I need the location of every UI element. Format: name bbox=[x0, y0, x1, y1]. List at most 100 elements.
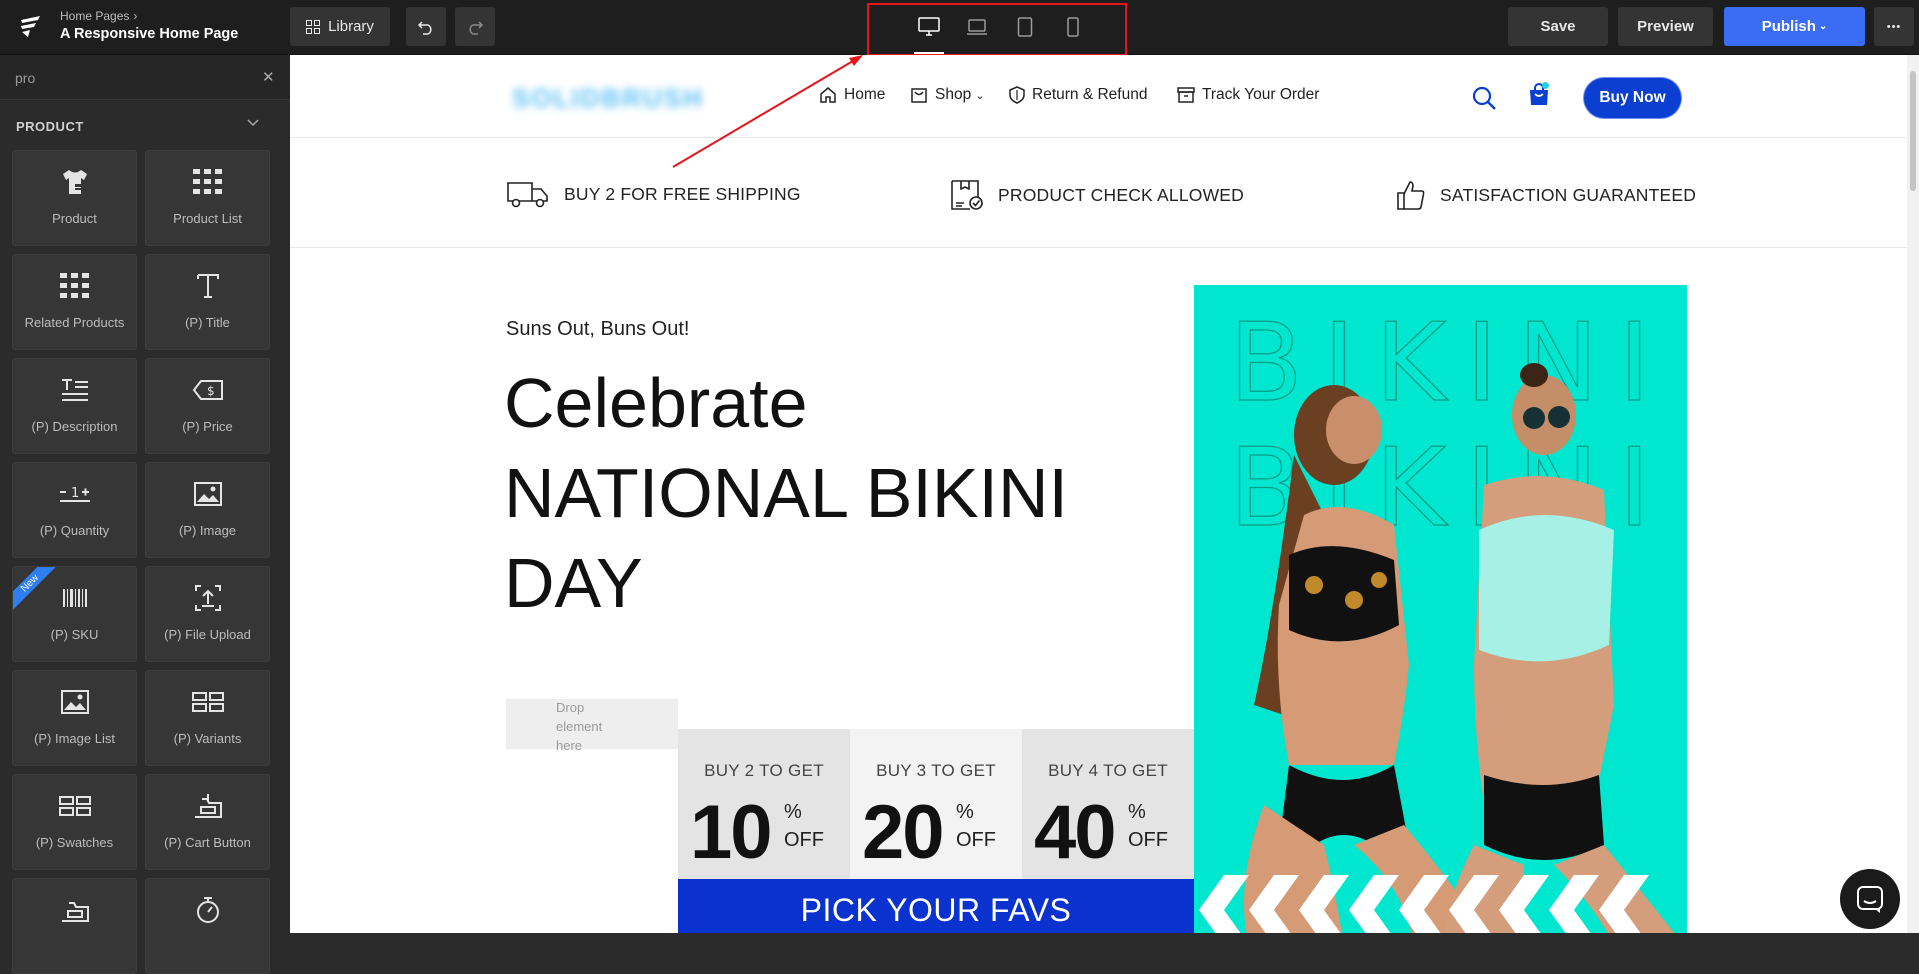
title-icon bbox=[196, 269, 220, 303]
element-sidebar: ✕ PRODUCT Product Product List Related P… bbox=[0, 55, 290, 974]
truck-icon bbox=[507, 182, 548, 208]
breadcrumb-label[interactable]: Home Pages bbox=[60, 9, 129, 23]
breadcrumb[interactable]: Home Pages › bbox=[60, 9, 137, 23]
chevron-down-icon: ⌄ bbox=[975, 89, 985, 102]
barcode-icon bbox=[62, 581, 88, 615]
tile-label: Product bbox=[52, 211, 97, 226]
hero-bg-text: BIKINI bbox=[1229, 301, 1670, 426]
hero-image[interactable]: BIKINI BIKINI bbox=[1194, 285, 1687, 933]
swatches-icon bbox=[58, 789, 91, 823]
section-title[interactable]: PRODUCT bbox=[16, 119, 84, 134]
offer-card[interactable]: BUY 2 TO GET 10 % OFF bbox=[678, 729, 850, 879]
drop-zone[interactable]: Drop element here bbox=[506, 699, 678, 753]
pick-your-favs-button[interactable]: PICK YOUR FAVS bbox=[678, 879, 1194, 933]
tile-related-products[interactable]: Related Products bbox=[12, 254, 137, 350]
nav-home[interactable]: Home bbox=[819, 86, 885, 104]
element-search-input[interactable] bbox=[15, 65, 255, 91]
tile-product[interactable]: Product bbox=[12, 150, 137, 246]
svg-text:1: 1 bbox=[71, 486, 79, 501]
offer-off: OFF bbox=[956, 829, 996, 851]
tshirt-icon bbox=[60, 165, 90, 199]
tile-image-list[interactable]: (P) Image List bbox=[12, 670, 137, 766]
tile-sku[interactable]: New (P) SKU bbox=[12, 566, 137, 662]
tile-countdown[interactable] bbox=[145, 878, 270, 974]
tile-add-to-cart[interactable] bbox=[12, 878, 137, 974]
mobile-icon bbox=[1067, 17, 1079, 37]
publish-button[interactable]: Publish ⌄ bbox=[1724, 7, 1865, 46]
nav-return-refund[interactable]: Return & Refund bbox=[1009, 86, 1147, 104]
tile-label: (P) Cart Button bbox=[164, 835, 251, 850]
feature-label: SATISFACTION GUARANTEED bbox=[1440, 184, 1697, 205]
tile-cart-button[interactable]: (P) Cart Button bbox=[145, 774, 270, 870]
chat-launcher-button[interactable] bbox=[1840, 869, 1900, 929]
brand-logo[interactable]: SOLIDBRUSH bbox=[512, 83, 704, 114]
offer-card[interactable]: BUY 4 TO GET 40 % OFF bbox=[1022, 729, 1194, 879]
laptop-view-button[interactable] bbox=[964, 14, 990, 40]
upload-icon bbox=[194, 581, 222, 615]
grid-icon bbox=[306, 19, 321, 34]
canvas-scrollbar[interactable] bbox=[1907, 55, 1919, 933]
more-options-button[interactable]: ••• bbox=[1874, 7, 1914, 46]
mobile-view-button[interactable] bbox=[1060, 14, 1086, 40]
offer-percent: % bbox=[784, 801, 802, 823]
shield-icon bbox=[1009, 86, 1025, 104]
box-check-icon bbox=[951, 180, 983, 210]
nav-shop[interactable]: Shop ⌄ bbox=[910, 86, 984, 104]
offer-off: OFF bbox=[784, 829, 824, 851]
tablet-icon bbox=[1017, 17, 1033, 37]
redo-button[interactable] bbox=[455, 7, 495, 46]
tile-label: (P) Image bbox=[178, 523, 237, 538]
cart-icon bbox=[192, 789, 224, 823]
library-button[interactable]: Library bbox=[290, 7, 390, 46]
tile-label: (P) Title bbox=[185, 315, 230, 330]
desktop-icon bbox=[918, 17, 940, 36]
offer-percent: % bbox=[956, 801, 974, 823]
desktop-view-button[interactable] bbox=[914, 14, 944, 54]
feature-product-check[interactable]: PRODUCT CHECK ALLOWED bbox=[950, 179, 1244, 211]
hero-headline[interactable]: Celebrate NATIONAL BIKINI DAY bbox=[504, 358, 1068, 628]
tile-label: Product List bbox=[173, 211, 242, 226]
tile-product-list[interactable]: Product List bbox=[145, 150, 270, 246]
editor-canvas[interactable]: SOLIDBRUSH Home Shop ⌄ Return & Refund T… bbox=[290, 55, 1919, 933]
app-logo-icon[interactable] bbox=[18, 14, 44, 40]
feature-satisfaction[interactable]: SATISFACTION GUARANTEED bbox=[1396, 179, 1696, 211]
home-icon bbox=[820, 87, 836, 103]
tile-price[interactable]: $ (P) Price bbox=[145, 358, 270, 454]
offer-title: BUY 2 TO GET bbox=[704, 761, 824, 780]
chevron-down-icon[interactable] bbox=[246, 115, 260, 129]
shopping-bag-icon bbox=[911, 88, 927, 103]
redo-icon bbox=[469, 20, 484, 35]
new-badge-label: New bbox=[13, 567, 57, 611]
save-button[interactable]: Save bbox=[1508, 7, 1608, 46]
tile-variants[interactable]: (P) Variants bbox=[145, 670, 270, 766]
tile-title[interactable]: (P) Title bbox=[145, 254, 270, 350]
tile-file-upload[interactable]: (P) File Upload bbox=[145, 566, 270, 662]
chat-icon bbox=[1857, 886, 1883, 913]
tile-label: Related Products bbox=[24, 315, 125, 330]
offer-value: 20 bbox=[862, 790, 945, 875]
tile-quantity[interactable]: 1 (P) Quantity bbox=[12, 462, 137, 558]
nav-track-order[interactable]: Track Your Order bbox=[1177, 86, 1319, 104]
offer-value: 10 bbox=[690, 790, 773, 875]
preview-button[interactable]: Preview bbox=[1618, 7, 1713, 46]
scrollbar-thumb[interactable] bbox=[1910, 71, 1916, 191]
undo-button[interactable] bbox=[406, 7, 446, 46]
offer-card[interactable]: BUY 3 TO GET 20 % OFF bbox=[850, 729, 1022, 879]
offer-title: BUY 3 TO GET bbox=[876, 761, 996, 780]
hero-kicker[interactable]: Suns Out, Buns Out! bbox=[506, 318, 689, 341]
clear-search-icon[interactable]: ✕ bbox=[262, 68, 275, 86]
image-list-icon bbox=[60, 685, 89, 719]
tile-description[interactable]: (P) Description bbox=[12, 358, 137, 454]
undo-icon bbox=[417, 20, 432, 35]
feature-label: PRODUCT CHECK ALLOWED bbox=[998, 184, 1245, 205]
tile-image[interactable]: (P) Image bbox=[145, 462, 270, 558]
feature-free-shipping[interactable]: BUY 2 FOR FREE SHIPPING bbox=[506, 179, 801, 209]
description-icon bbox=[60, 373, 90, 407]
device-switcher-highlight bbox=[867, 3, 1127, 56]
tile-swatches[interactable]: (P) Swatches bbox=[12, 774, 137, 870]
tablet-view-button[interactable] bbox=[1012, 14, 1038, 40]
search-icon[interactable] bbox=[1471, 85, 1497, 111]
new-badge: New bbox=[13, 567, 57, 611]
buy-now-button[interactable]: Buy Now bbox=[1584, 78, 1681, 118]
element-search-bar: ✕ bbox=[0, 55, 290, 100]
